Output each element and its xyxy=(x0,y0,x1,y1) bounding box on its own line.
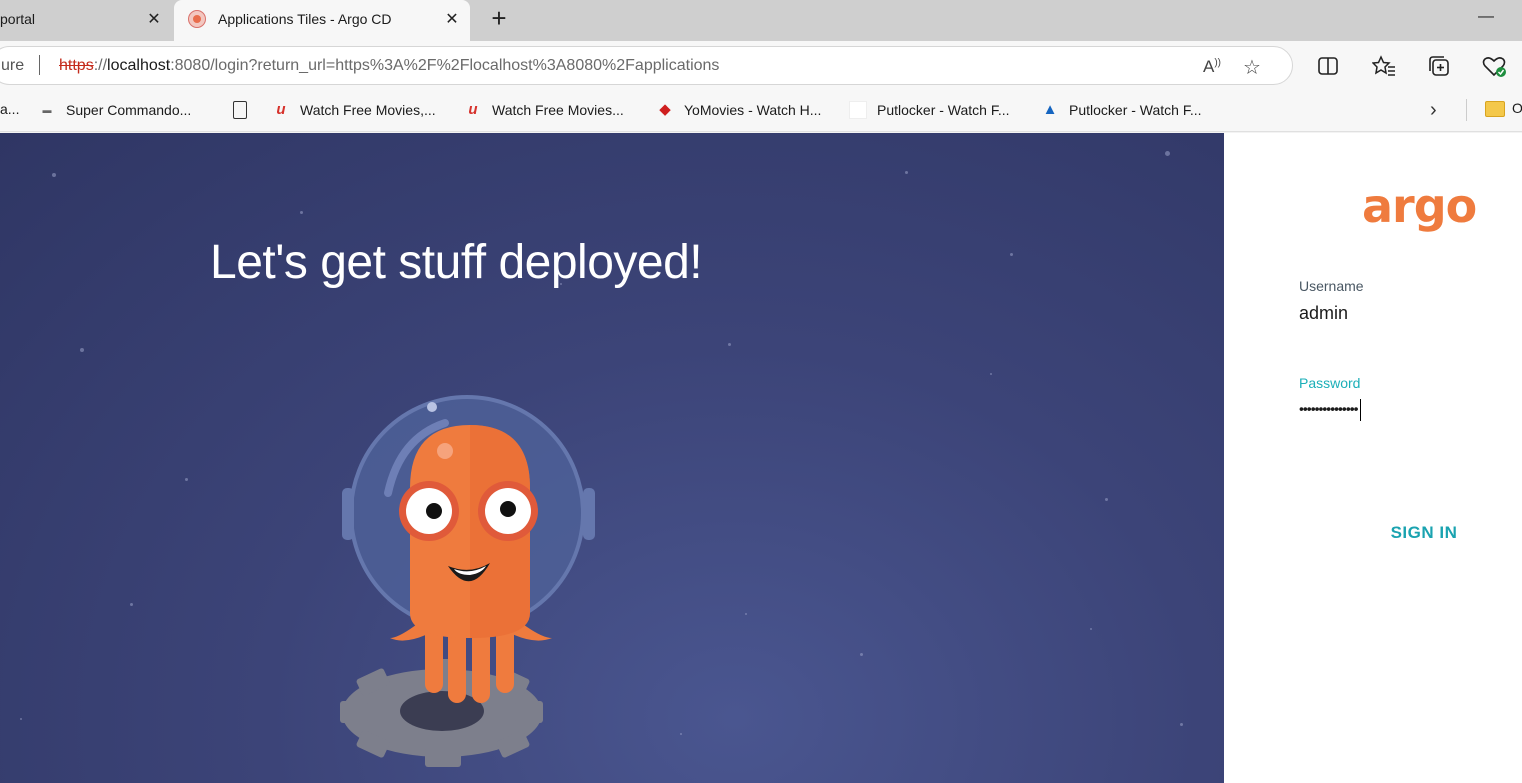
argo-favicon-icon xyxy=(188,10,206,28)
text-caret xyxy=(1359,399,1361,421)
star xyxy=(1165,151,1170,156)
bookmark-item[interactable] xyxy=(233,101,257,119)
close-icon[interactable]: ✕ xyxy=(442,10,462,30)
new-tab-button[interactable]: + xyxy=(486,5,512,32)
bookmark-folder-label[interactable]: O xyxy=(1512,100,1522,116)
star xyxy=(130,603,133,606)
u-icon: u xyxy=(276,101,286,118)
bookmark-label: Watch Free Movies... xyxy=(492,102,624,118)
username-label: Username xyxy=(1299,278,1364,294)
star xyxy=(300,211,303,214)
bookmark-item[interactable]: Putlocker - Watch F... xyxy=(849,101,1010,119)
star xyxy=(1010,253,1013,256)
tab-title: portal xyxy=(0,11,36,27)
u-icon: u xyxy=(468,101,478,118)
star xyxy=(52,173,56,177)
star xyxy=(680,733,682,735)
collections-icon[interactable] xyxy=(1427,55,1451,79)
bookmark-item[interactable]: u Watch Free Movies... xyxy=(464,101,624,119)
security-indicator[interactable]: ure xyxy=(1,57,24,75)
favorites-icon[interactable] xyxy=(1371,55,1396,79)
split-screen-icon[interactable] xyxy=(1316,55,1340,79)
star xyxy=(728,343,731,346)
password-mask: ••••••••••••••• xyxy=(1299,400,1359,417)
password-label: Password xyxy=(1299,375,1361,391)
read-aloud-icon[interactable]: A)) xyxy=(1203,57,1221,77)
argo-octopus-mascot xyxy=(340,395,595,767)
tab-strip: portal ✕ Applications Tiles - Argo CD ✕ … xyxy=(0,0,1522,41)
navigation-bar: ure https://localhost:8080/login?return_… xyxy=(0,41,1522,89)
star xyxy=(185,478,188,481)
sign-in-button[interactable]: SIGN IN xyxy=(1384,521,1464,545)
bookmark-label: Putlocker - Watch F... xyxy=(877,102,1010,118)
star xyxy=(905,171,908,174)
url-scheme: https xyxy=(59,57,94,74)
blank-icon xyxy=(849,101,867,119)
url-host: localhost xyxy=(107,57,171,74)
star xyxy=(1180,723,1183,726)
bookmark-label: YoMovies - Watch H... xyxy=(684,102,822,118)
bookmark-label: Putlocker - Watch F... xyxy=(1069,102,1202,118)
browser-essentials-icon[interactable] xyxy=(1482,55,1506,79)
username-field[interactable]: admin xyxy=(1299,303,1348,324)
chevron-right-icon[interactable]: › xyxy=(1430,99,1437,122)
bookmarks-bar: a... ▬ Super Commando... u Watch Free Movi… xyxy=(0,89,1522,132)
address-bar[interactable]: ure https://localhost:8080/login?return_… xyxy=(0,46,1293,85)
bookmark-item[interactable]: ▲ Putlocker - Watch F... xyxy=(1041,101,1202,119)
star xyxy=(1105,498,1108,501)
bookmark-item[interactable]: ◆ YoMovies - Watch H... xyxy=(656,101,821,119)
star xyxy=(990,373,992,375)
star xyxy=(20,718,22,720)
star xyxy=(1090,628,1092,630)
tab-argo-cd[interactable]: Applications Tiles - Argo CD ✕ xyxy=(174,0,470,41)
add-favorite-star-icon[interactable]: ☆ xyxy=(1243,55,1261,80)
bookmark-item[interactable]: u Watch Free Movies,... xyxy=(272,101,436,119)
site-icon: ▬ xyxy=(42,105,52,115)
bookmark-item[interactable]: ▬ Super Commando... xyxy=(38,101,192,119)
bookmark-item[interactable]: a... xyxy=(0,101,19,117)
password-field[interactable]: ••••••••••••••• xyxy=(1299,399,1361,421)
azure-icon: ▲ xyxy=(1042,101,1058,118)
bookmarks-divider xyxy=(1466,99,1467,121)
folder-icon[interactable] xyxy=(1485,101,1505,117)
diamond-icon: ◆ xyxy=(659,101,671,118)
login-panel: argo Username admin Password •••••••••••… xyxy=(1224,133,1522,783)
address-divider xyxy=(39,55,40,75)
url-text[interactable]: https://localhost:8080/login?return_url=… xyxy=(59,57,719,75)
star xyxy=(80,348,84,352)
bookmark-label: a... xyxy=(0,101,20,117)
close-icon[interactable]: ✕ xyxy=(144,10,164,30)
minimize-button[interactable]: — xyxy=(1476,8,1496,28)
tab-title: Applications Tiles - Argo CD xyxy=(218,11,392,27)
tab-portal[interactable]: portal ✕ xyxy=(0,0,172,41)
url-path: :8080/login?return_url=https%3A%2F%2Floc… xyxy=(170,57,720,74)
bookmark-label: Watch Free Movies,... xyxy=(300,102,436,118)
login-hero-background: Let's get stuff deployed! xyxy=(0,133,1224,783)
star xyxy=(745,613,747,615)
document-icon xyxy=(233,101,247,119)
bookmark-label: Super Commando... xyxy=(66,102,192,118)
hero-title: Let's get stuff deployed! xyxy=(210,236,703,289)
argo-logo: argo xyxy=(1362,179,1477,233)
url-separator: :// xyxy=(93,57,108,74)
star xyxy=(860,653,863,656)
